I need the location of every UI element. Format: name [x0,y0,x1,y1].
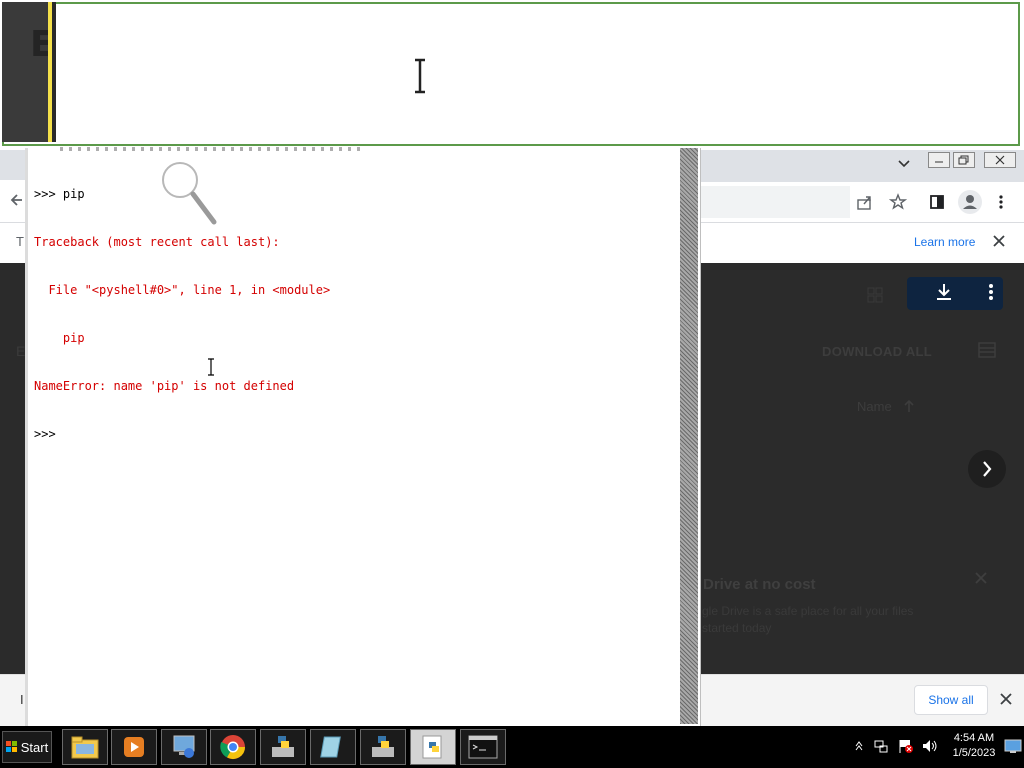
share-icon[interactable] [856,193,874,216]
python-installer-icon [372,736,394,757]
chrome-tabstrip [0,150,26,180]
drive-left-text: E [16,343,26,359]
clock-time: 4:54 AM [953,732,995,744]
profile-avatar-icon[interactable] [958,190,982,214]
sort-arrow-up-icon[interactable] [902,398,916,419]
minimize-button[interactable] [928,152,950,168]
download-bar-close-icon[interactable] [999,692,1013,711]
windows-flag-icon [5,741,17,752]
chrome-icon [220,735,245,760]
taskbar-explorer[interactable] [62,729,108,765]
shell-line: NameError: name 'pip' is not defined [34,379,295,393]
tab-search-chevron-icon[interactable] [897,156,911,173]
start-button[interactable]: Start [2,731,52,763]
tray-action-center-flag-icon[interactable] [897,738,913,759]
close-window-button[interactable] [984,152,1016,168]
ibeam-cursor-icon [206,358,216,376]
download-bar-left-text: I [20,692,24,707]
promo-line-2: started today [702,621,772,635]
address-bar[interactable] [700,186,850,218]
tray-volume-icon[interactable] [921,738,939,759]
download-icon[interactable] [934,282,954,307]
magnifier-dark-edge [2,2,48,142]
name-column-header[interactable]: Name [857,399,892,414]
download-all-button[interactable]: DOWNLOAD ALL [822,344,932,359]
magnified-ibeam-cursor-icon [412,58,428,94]
chrome-menu-icon[interactable] [998,194,1004,215]
learn-more-link[interactable]: Learn more [914,235,975,249]
back-arrow-icon[interactable] [10,192,26,213]
infobar-close-icon[interactable] [992,234,1006,253]
network-icon [173,735,195,758]
python-idle-icon [422,735,442,759]
tray-network-icon[interactable] [873,738,889,759]
list-view-icon[interactable] [978,342,996,363]
idle-previous-line-fragment [60,147,360,151]
side-panel-icon[interactable] [929,194,945,215]
chrome-tabstrip-right [700,150,1024,182]
promo-close-icon[interactable] [974,571,988,590]
python-installer-icon [272,736,294,757]
tray-expand-icon[interactable] [854,738,864,757]
taskbar-notepad[interactable] [310,729,356,765]
taskbar-network[interactable] [161,729,207,765]
infobar-text: T [16,234,24,249]
show-all-button[interactable]: Show all [914,685,988,715]
taskbar-cmd[interactable] [460,729,506,765]
drive-more-icon[interactable] [988,283,994,306]
explorer-icon [71,736,99,759]
shell-line: Traceback (most recent call last): [34,235,280,249]
promo-title: Drive at no cost [703,576,816,593]
taskbar-python-idle[interactable] [410,729,456,765]
start-label: Start [20,739,49,755]
cmd-icon [468,735,498,759]
taskbar-media-player[interactable] [111,729,157,765]
notepad-icon [320,736,341,758]
clock[interactable]: 4:54 AM 1/5/2023 [946,731,1002,761]
magnifier-view [2,2,1020,146]
taskbar-python-installer-1[interactable] [260,729,306,765]
promo-line-1: gle Drive is a safe place for all your f… [702,604,914,618]
media-player-icon [124,737,144,757]
shell-line: File "<pyshell#0>", line 1, in <module> [34,283,331,297]
taskbar-chrome[interactable] [210,729,256,765]
restore-button[interactable] [953,152,975,168]
magnifier-dark-line [52,2,56,142]
magnifier-lens-icon [160,160,217,225]
clock-date: 1/5/2023 [952,747,996,759]
shell-prompt-line[interactable]: >>> [34,426,330,442]
show-desktop-icon[interactable] [1004,738,1022,759]
taskbar-python-installer-2[interactable] [360,729,406,765]
next-page-button[interactable] [968,450,1006,488]
drive-grid-toggle-icon[interactable] [866,286,884,309]
idle-scrollbar[interactable] [680,148,698,724]
bookmark-star-icon[interactable] [888,193,908,216]
shell-line: pip [34,331,85,345]
